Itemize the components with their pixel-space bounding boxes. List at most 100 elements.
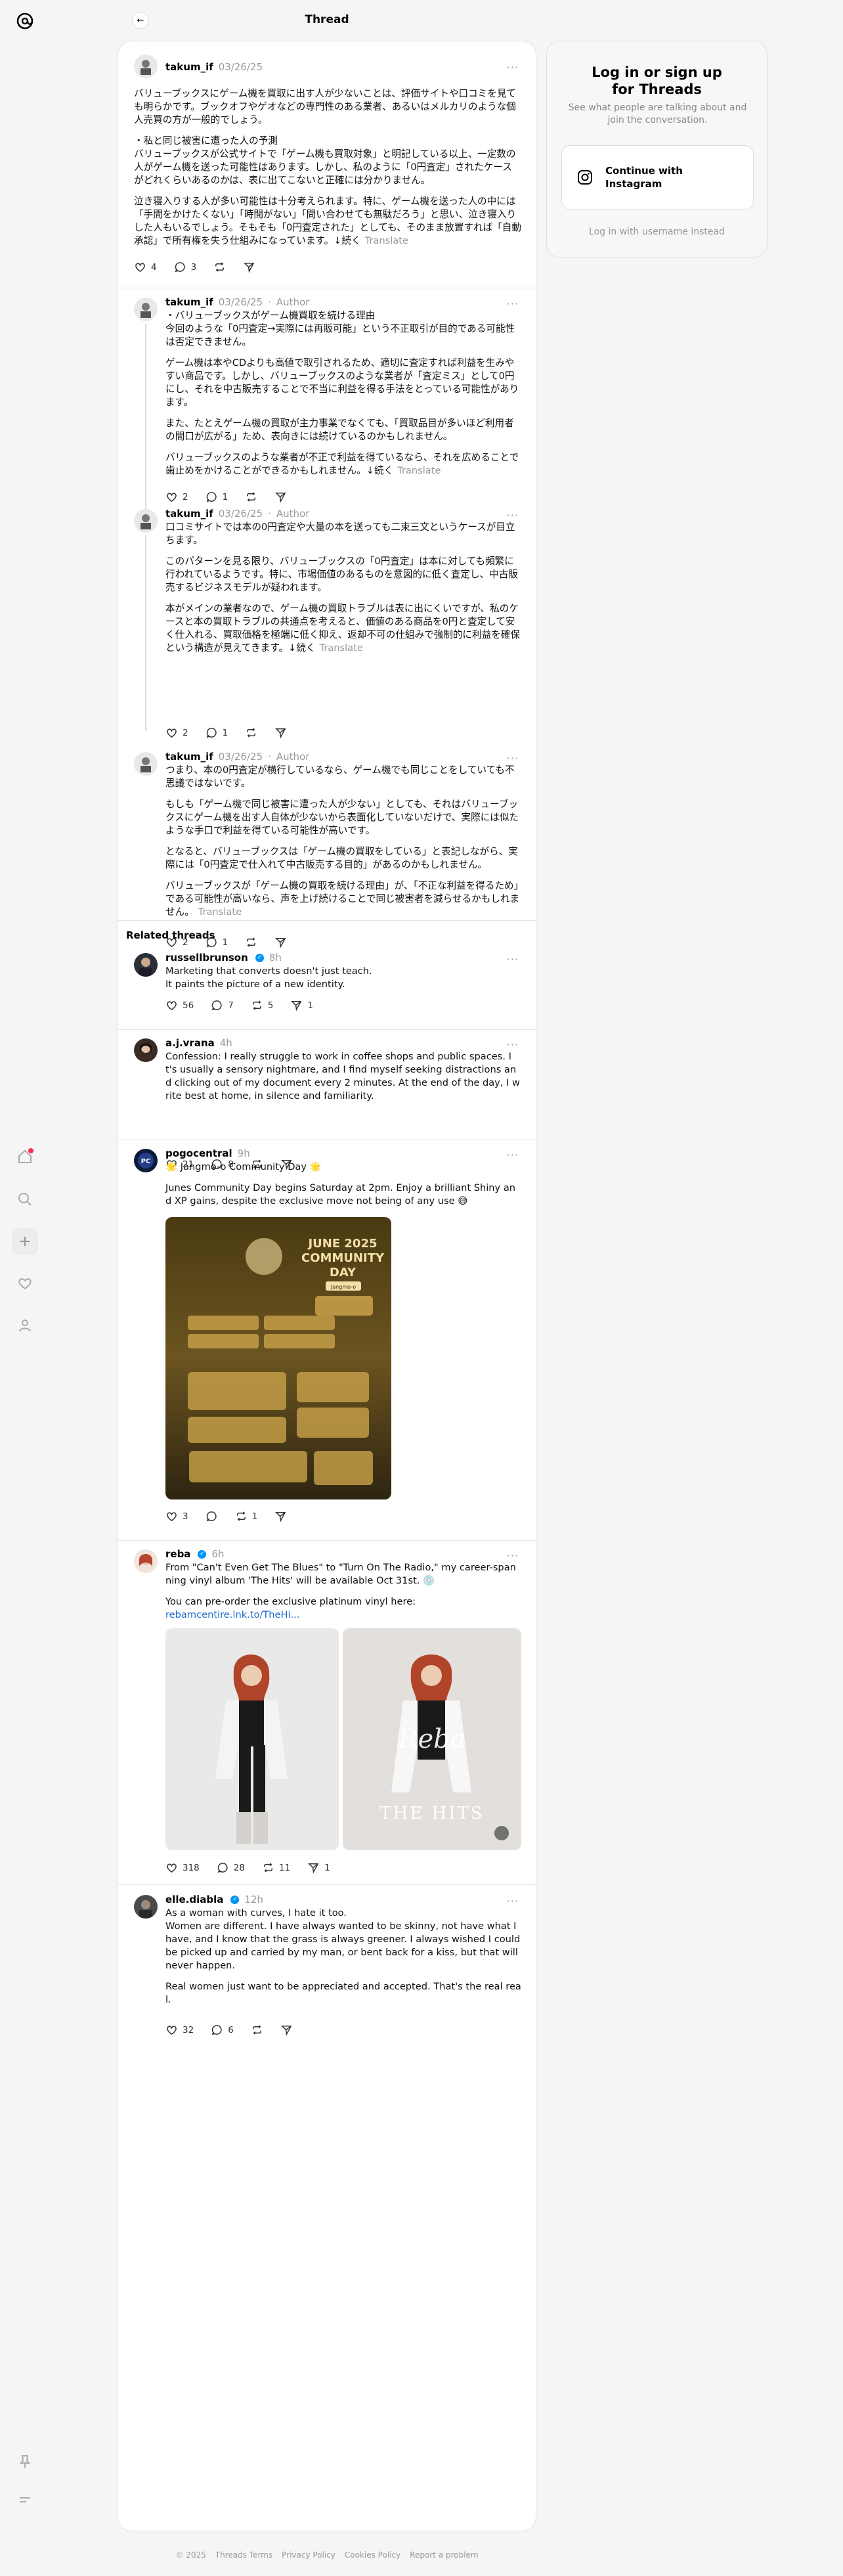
- post-header: takum_if 03/26/25 · Author: [165, 751, 310, 763]
- privacy-link[interactable]: Privacy Policy: [282, 2550, 335, 2560]
- reply-button[interactable]: 3: [174, 261, 196, 273]
- username[interactable]: takum_if: [165, 61, 213, 73]
- back-arrow-icon[interactable]: ←: [132, 12, 149, 29]
- like-button[interactable]: 3: [165, 1510, 188, 1522]
- avatar[interactable]: [134, 509, 158, 533]
- repost-button[interactable]: 11: [262, 1861, 290, 1874]
- like-button[interactable]: 32: [165, 2024, 194, 2036]
- avatar[interactable]: [134, 953, 158, 977]
- avatar[interactable]: [134, 55, 158, 78]
- share-count: 1: [324, 1862, 330, 1873]
- heart-icon: [167, 1863, 177, 1873]
- community-day-image[interactable]: JUNE 2025 COMMUNITY DAY Jangmo-o: [165, 1217, 391, 1499]
- like-button[interactable]: 2: [165, 491, 188, 503]
- more-options-icon[interactable]: ···: [507, 1549, 519, 1562]
- post-date: 03/26/25: [218, 508, 263, 520]
- login-title-line: for Threads: [612, 81, 702, 97]
- search-icon[interactable]: [12, 1186, 38, 1212]
- username[interactable]: takum_if: [165, 296, 213, 308]
- share-icon: [275, 728, 286, 739]
- translate-link[interactable]: Translate: [198, 906, 242, 918]
- share-button[interactable]: [274, 726, 287, 739]
- avatar[interactable]: [134, 298, 158, 321]
- like-button[interactable]: 4: [134, 261, 157, 273]
- cookies-link[interactable]: Cookies Policy: [345, 2550, 400, 2560]
- instagram-button-label: Continue with Instagram: [605, 164, 683, 190]
- share-button[interactable]: [280, 2024, 293, 2036]
- username[interactable]: russellbrunson: [165, 952, 248, 964]
- username[interactable]: pogocentral: [165, 1147, 232, 1159]
- create-post-plus-icon[interactable]: [12, 1228, 38, 1255]
- reba-album-cover[interactable]: Reba THE HITS: [343, 1628, 521, 1850]
- more-options-icon[interactable]: ···: [507, 1895, 519, 1907]
- heart-icon: [167, 1512, 177, 1522]
- translate-link[interactable]: Translate: [320, 642, 363, 654]
- reply-button[interactable]: 1: [205, 726, 228, 739]
- more-options-icon[interactable]: ···: [507, 953, 519, 966]
- home-icon[interactable]: [12, 1144, 38, 1170]
- reply-button[interactable]: 1: [205, 491, 228, 503]
- repost-button[interactable]: 1: [235, 1510, 257, 1522]
- avatar[interactable]: PC: [134, 1149, 158, 1172]
- repost-count: 11: [278, 1862, 291, 1873]
- divider: [118, 1884, 536, 1885]
- more-options-icon[interactable]: ···: [507, 1038, 519, 1051]
- username-login-link[interactable]: Log in with username instead: [547, 227, 767, 237]
- more-options-icon[interactable]: ···: [507, 298, 519, 310]
- avatar[interactable]: [134, 1038, 158, 1062]
- post-actions: 3 1: [165, 1510, 287, 1522]
- share-button[interactable]: [243, 261, 255, 273]
- profile-icon[interactable]: [12, 1312, 38, 1339]
- share-button[interactable]: [274, 936, 287, 948]
- like-count: 56: [183, 1000, 194, 1011]
- repost-button[interactable]: [213, 261, 226, 273]
- pin-icon[interactable]: [12, 2449, 38, 2475]
- threads-logo-icon[interactable]: [12, 8, 38, 34]
- avatar[interactable]: [134, 752, 158, 776]
- reply-count: 1: [222, 937, 228, 948]
- reply-count: 6: [228, 2024, 234, 2035]
- repost-button[interactable]: 5: [251, 999, 273, 1011]
- more-options-icon[interactable]: ···: [507, 752, 519, 765]
- username[interactable]: reba: [165, 1548, 190, 1560]
- share-button[interactable]: [274, 491, 287, 503]
- username[interactable]: a.j.vrana: [165, 1037, 215, 1049]
- username[interactable]: elle.diabla: [165, 1894, 223, 1905]
- continue-with-instagram-button[interactable]: Continue with Instagram: [561, 145, 754, 210]
- post-body: From "Can't Even Get The Blues" to "Turn…: [165, 1561, 521, 1622]
- reply-button[interactable]: 6: [211, 2024, 234, 2036]
- like-button[interactable]: 2: [165, 726, 188, 739]
- repost-button[interactable]: [251, 2024, 263, 2036]
- menu-icon[interactable]: [12, 2487, 38, 2513]
- post-paragraph: バリューブックスが公式サイトで「ゲーム機も買取対象」と明記している以上、一定数の…: [134, 148, 516, 186]
- share-button[interactable]: 1: [307, 1861, 330, 1874]
- repost-icon: [252, 1000, 261, 1010]
- heart-icon: [135, 263, 145, 273]
- username[interactable]: takum_if: [165, 508, 213, 520]
- more-options-icon[interactable]: ···: [507, 1149, 519, 1161]
- reba-photo-1[interactable]: [165, 1628, 339, 1850]
- reply-button[interactable]: 7: [211, 999, 234, 1011]
- more-options-icon[interactable]: ···: [507, 509, 519, 522]
- like-button[interactable]: 318: [165, 1861, 200, 1874]
- activity-heart-icon[interactable]: [12, 1270, 38, 1297]
- terms-link[interactable]: Threads Terms: [215, 2550, 272, 2560]
- share-button[interactable]: 1: [290, 999, 313, 1011]
- preorder-link[interactable]: rebamcentire.lnk.to/TheHi...: [165, 1609, 299, 1620]
- avatar[interactable]: [134, 1549, 158, 1573]
- repost-button[interactable]: [245, 936, 257, 948]
- translate-link[interactable]: Translate: [397, 465, 441, 476]
- reply-button[interactable]: 28: [217, 1861, 245, 1874]
- like-button[interactable]: 56: [165, 999, 194, 1011]
- report-problem-link[interactable]: Report a problem: [410, 2550, 478, 2560]
- more-options-icon[interactable]: ···: [507, 61, 519, 74]
- post-paragraph: もしも「ゲーム機で同じ被害に遭った人が少ない」としても、それはバリューブックスに…: [165, 799, 519, 836]
- username[interactable]: takum_if: [165, 751, 213, 763]
- translate-link[interactable]: Translate: [365, 235, 408, 246]
- avatar[interactable]: [134, 1895, 158, 1919]
- reply-button[interactable]: [205, 1510, 218, 1522]
- comment-icon: [206, 1511, 217, 1522]
- repost-button[interactable]: [245, 726, 257, 739]
- share-button[interactable]: [274, 1510, 287, 1522]
- repost-button[interactable]: [245, 491, 257, 503]
